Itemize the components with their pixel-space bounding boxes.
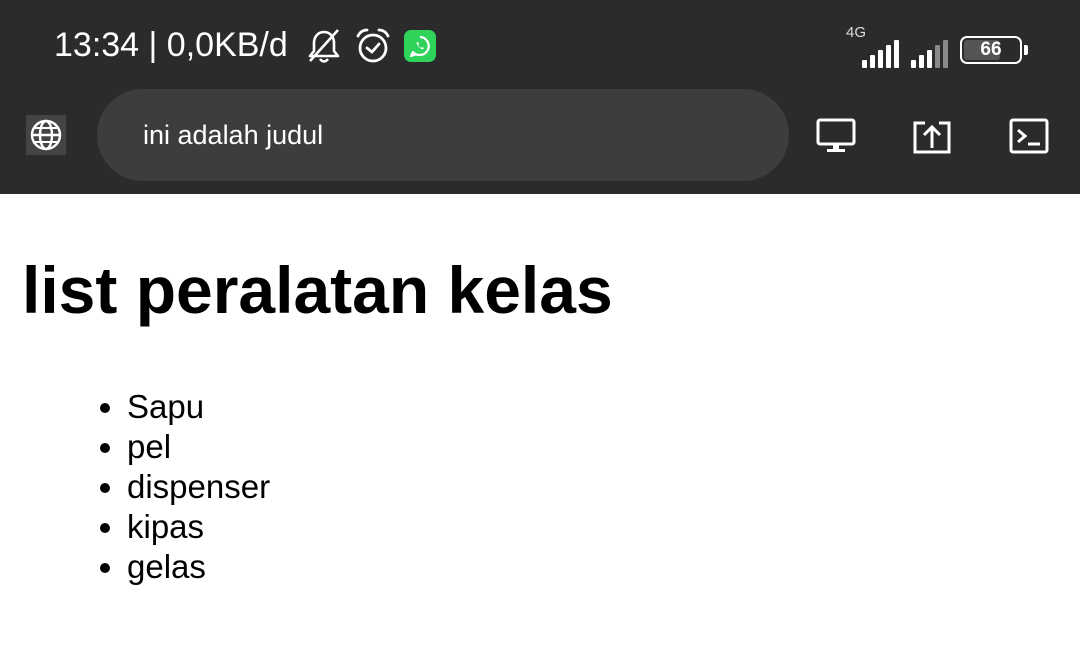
- battery-level: 66: [980, 39, 1002, 60]
- battery-icon: 66: [960, 36, 1028, 64]
- bell-off-icon: [306, 27, 342, 65]
- console-button[interactable]: [1007, 114, 1051, 158]
- status-time: 13:34 | 0,0KB/d: [54, 26, 288, 64]
- browser-toolbar: ini adalah judul: [0, 89, 1080, 194]
- url-bar[interactable]: ini adalah judul: [97, 89, 789, 181]
- notification-icons: [306, 24, 436, 68]
- globe-icon[interactable]: [26, 115, 66, 155]
- whatsapp-icon: [404, 30, 436, 62]
- signal-icon: 4G: [846, 24, 899, 68]
- share-icon: [911, 116, 953, 156]
- list-item: pel: [98, 427, 270, 467]
- equipment-list: Sapu pel dispenser kipas gelas: [98, 387, 270, 587]
- network-type-label: 4G: [846, 24, 867, 41]
- system-icons: 4G 66: [846, 24, 1028, 68]
- list-item: gelas: [98, 547, 270, 587]
- desktop-icon: [815, 117, 857, 155]
- url-text: ini adalah judul: [143, 119, 324, 150]
- share-button[interactable]: [910, 114, 954, 158]
- page-heading: list peralatan kelas: [22, 253, 613, 327]
- desktop-mode-button[interactable]: [814, 114, 858, 158]
- status-bar: 13:34 | 0,0KB/d 4G 66: [0, 0, 1080, 92]
- list-item: Sapu: [98, 387, 270, 427]
- signal-icon: [911, 40, 948, 68]
- list-item: dispenser: [98, 467, 270, 507]
- terminal-icon: [1008, 117, 1050, 155]
- page-content: list peralatan kelas Sapu pel dispenser …: [0, 194, 1080, 646]
- alarm-icon: [354, 27, 392, 65]
- list-item: kipas: [98, 507, 270, 547]
